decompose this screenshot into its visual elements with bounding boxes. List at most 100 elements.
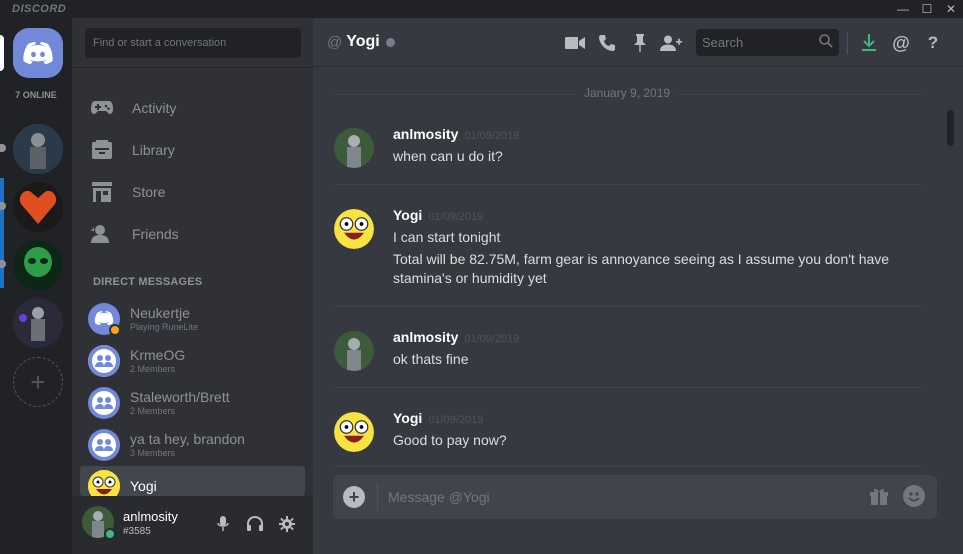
microphone-icon[interactable] [213, 514, 233, 534]
settings-gear-icon[interactable] [277, 514, 297, 534]
unread-indicator [0, 260, 6, 268]
date-divider: January 9, 2019 [334, 86, 922, 100]
window-controls: — ☐ ✕ [891, 0, 963, 18]
avatar[interactable] [334, 331, 374, 371]
user-panel: anlmosity #3585 [72, 496, 313, 554]
discord-logo-icon [23, 42, 53, 64]
dm-name: Neukertje [130, 305, 190, 321]
dm-name: Staleworth/Brett [130, 389, 230, 405]
nav-item-store[interactable]: Store [80, 173, 305, 211]
dm-item-yogi[interactable]: Yogi [80, 466, 305, 496]
library-icon [90, 138, 114, 162]
search-input[interactable]: Search [696, 29, 839, 56]
message-divider [334, 306, 922, 307]
title-bar: DISCORD — ☐ ✕ [0, 0, 963, 18]
dm-member-count: 2 Members [130, 406, 176, 416]
nav-item-label: Friends [132, 226, 179, 242]
background-strip [0, 178, 4, 288]
emoji-picker-icon[interactable] [903, 485, 925, 507]
dm-sidebar: Find or start a conversation Activity Li… [72, 18, 313, 554]
app-brand: DISCORD [12, 3, 67, 15]
dm-item-ya-ta-hey[interactable]: ya ta hey, brandon 3 Members [80, 424, 305, 466]
dm-name: KrmeOG [130, 347, 186, 363]
channel-name: Yogi [346, 33, 380, 50]
video-call-icon[interactable] [564, 32, 586, 54]
message-list: January 9, 2019 anlmosity 01/09/2019 when… [313, 68, 943, 468]
mentions-icon[interactable]: @ [890, 32, 912, 54]
unread-indicator [0, 202, 6, 210]
message-text: ok thats fine [393, 351, 469, 367]
upload-plus-icon[interactable]: + [343, 486, 365, 508]
message-timestamp: 01/09/2019 [428, 414, 484, 426]
gift-icon[interactable] [869, 486, 889, 511]
home-indicator [0, 35, 4, 71]
home-button[interactable] [13, 28, 63, 78]
message-author[interactable]: Yogi 01/09/2019 [393, 410, 483, 426]
message-input[interactable]: Message @Yogi [388, 489, 490, 505]
message-author[interactable]: Yogi 01/09/2019 [393, 207, 483, 223]
message-author[interactable]: anlmosity 01/09/2019 [393, 329, 519, 345]
server-icon[interactable] [13, 182, 63, 232]
headphones-icon[interactable] [245, 514, 265, 534]
offline-status-icon [385, 37, 395, 47]
dm-member-count: 2 Members [130, 364, 176, 374]
scrollbar[interactable] [944, 70, 956, 452]
server-icon[interactable] [13, 240, 63, 290]
server-icon[interactable] [13, 298, 63, 348]
dm-item-krmeog[interactable]: KrmeOG 2 Members [80, 340, 305, 382]
add-server-button[interactable]: + [13, 357, 63, 407]
nav-item-library[interactable]: Library [80, 131, 305, 169]
server-icon[interactable] [13, 124, 63, 174]
gamepad-icon [90, 96, 114, 120]
minimize-button[interactable]: — [891, 0, 915, 18]
avatar[interactable] [334, 128, 374, 168]
pinned-messages-icon[interactable] [629, 32, 651, 54]
add-friend-icon[interactable] [660, 32, 682, 54]
dm-item-neukertje[interactable]: Neukertje Playing RuneLite [80, 298, 305, 340]
message-text: when can u do it? [393, 148, 503, 164]
avatar [88, 470, 120, 496]
server-list: 7 ONLINE + [0, 18, 72, 554]
composer-divider [377, 483, 378, 511]
group-dm-icon [88, 387, 120, 419]
message-author[interactable]: anlmosity 01/09/2019 [393, 126, 519, 142]
message-composer[interactable]: + Message @Yogi [333, 475, 937, 519]
nav-item-friends[interactable]: Friends [80, 215, 305, 253]
help-icon[interactable]: ? [922, 32, 944, 54]
download-icon[interactable] [858, 32, 880, 54]
chat-header: @ Yogi Search @ ? [313, 18, 963, 67]
voice-call-icon[interactable] [596, 32, 618, 54]
online-count: 7 ONLINE [15, 90, 57, 100]
username: anlmosity [123, 509, 178, 524]
online-status-icon [104, 528, 116, 540]
nav-item-label: Library [132, 142, 175, 158]
group-dm-icon [88, 429, 120, 461]
idle-status-icon [109, 324, 121, 336]
find-conversation-input[interactable]: Find or start a conversation [85, 28, 301, 58]
dm-name: Yogi [130, 478, 157, 494]
date-divider-label: January 9, 2019 [576, 86, 679, 100]
nav-item-activity[interactable]: Activity [80, 89, 305, 127]
nav-item-label: Store [132, 184, 166, 200]
avatar[interactable] [334, 209, 374, 249]
avatar[interactable] [334, 412, 374, 452]
message-text: Total will be 82.75M, farm gear is annoy… [393, 251, 890, 267]
plus-icon: + [30, 366, 46, 397]
scrollbar-thumb[interactable] [947, 110, 954, 146]
message-timestamp: 01/09/2019 [428, 211, 484, 223]
store-icon [90, 180, 114, 204]
group-dm-icon [88, 345, 120, 377]
dm-item-staleworth[interactable]: Staleworth/Brett 2 Members [80, 382, 305, 424]
at-symbol: @ [327, 33, 343, 51]
message-divider [334, 466, 922, 467]
avatar [88, 303, 121, 336]
search-icon [819, 34, 833, 51]
direct-messages-header: DIRECT MESSAGES [93, 276, 203, 288]
nav-item-label: Activity [132, 100, 177, 116]
dm-member-count: 3 Members [130, 448, 176, 458]
search-placeholder: Search [702, 35, 744, 50]
maximize-button[interactable]: ☐ [915, 0, 939, 18]
message-divider [334, 184, 922, 185]
close-button[interactable]: ✕ [939, 0, 963, 18]
chat-area: @ Yogi Search @ ? January 9, 2019 anlmos… [313, 18, 963, 554]
